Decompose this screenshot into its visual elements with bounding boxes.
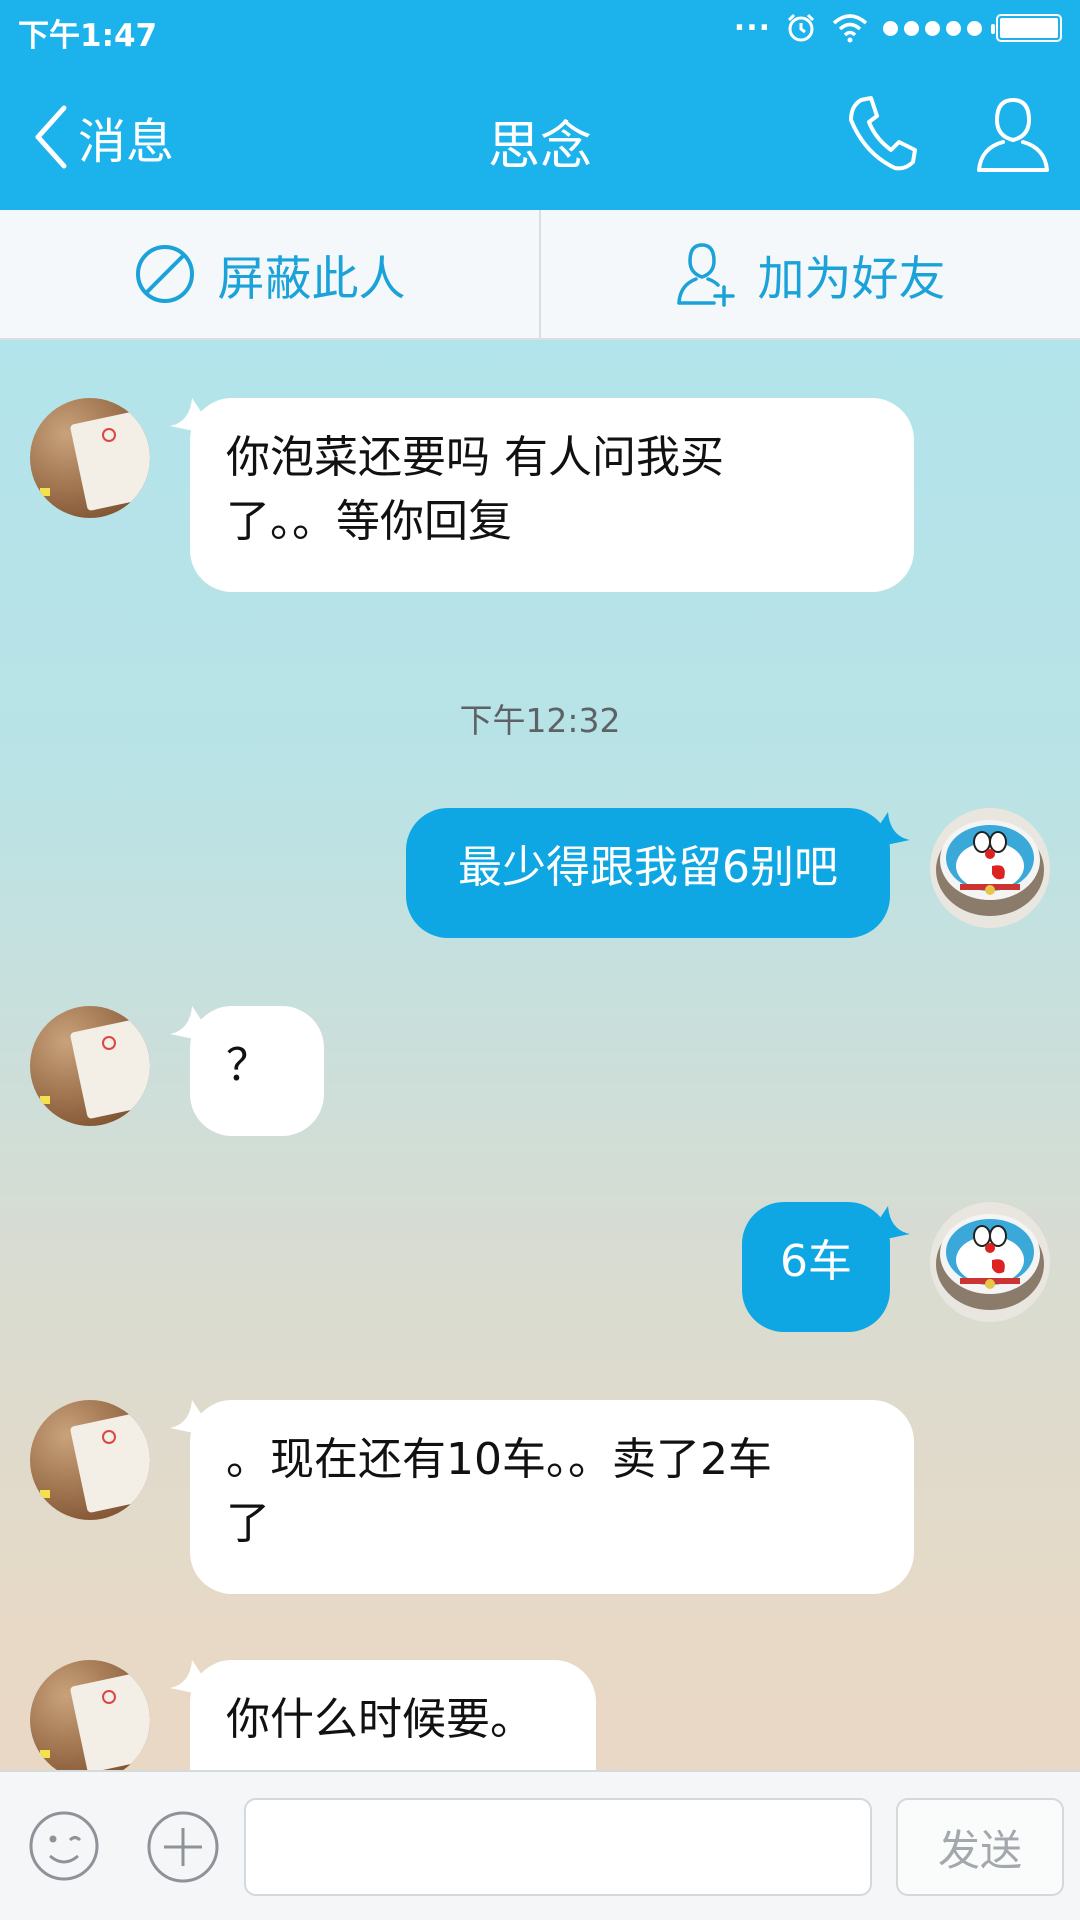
- action-bar: 屏蔽此人 加为好友: [0, 210, 1080, 340]
- alarm-icon: [787, 13, 815, 42]
- block-user-button[interactable]: 屏蔽此人: [0, 210, 539, 338]
- battery-icon: [991, 14, 1062, 42]
- contact-avatar[interactable]: [30, 398, 150, 518]
- wifi-icon: [832, 14, 868, 43]
- status-time: 下午1:47: [18, 18, 158, 54]
- message-bubble[interactable]: 你泡菜还要吗 有人问我买 了。。等你回复: [190, 398, 914, 592]
- message-line: 了: [226, 1498, 270, 1549]
- input-bar: 发送: [0, 1770, 1080, 1920]
- message-bubble[interactable]: 最少得跟我留6别吧: [406, 808, 890, 938]
- doraemon-cake-image: [936, 820, 1044, 916]
- status-dots: ...: [733, 3, 771, 38]
- message-bubble[interactable]: ？: [190, 1006, 324, 1136]
- message-line: 6车: [780, 1236, 852, 1287]
- doraemon-cake-image: [936, 1214, 1044, 1310]
- my-avatar[interactable]: [930, 1202, 1050, 1322]
- status-bar: 下午1:47 ...: [0, 0, 1080, 58]
- add-friend-icon: [676, 243, 735, 307]
- contact-avatar[interactable]: [30, 1400, 150, 1520]
- message-bubble[interactable]: 6车: [742, 1202, 890, 1332]
- contact-avatar[interactable]: [30, 1660, 150, 1780]
- plus-icon[interactable]: [146, 1810, 220, 1884]
- message-line: 你泡菜还要吗 有人问我买: [226, 432, 724, 483]
- status-icons: ...: [734, 6, 1062, 44]
- emoji-icon[interactable]: [28, 1810, 100, 1882]
- chat-screen: 下午1:47 ... 消息 思念 屏蔽此人 加为好友 你泡菜还要吗 有人问我买 …: [0, 0, 1080, 1920]
- block-icon: [135, 245, 194, 303]
- profile-icon[interactable]: [975, 94, 1051, 174]
- message-line: 最少得跟我留6别吧: [458, 842, 838, 893]
- nav-bar: 消息 思念: [0, 58, 1080, 210]
- message-bubble[interactable]: 。现在还有10车。。卖了2车 了: [190, 1400, 914, 1594]
- message-line: 了。。等你回复: [226, 496, 512, 547]
- send-button[interactable]: 发送: [896, 1798, 1064, 1896]
- message-line: 。现在还有10车。。卖了2车: [226, 1434, 772, 1485]
- message-input[interactable]: [244, 1798, 872, 1896]
- my-avatar[interactable]: [930, 808, 1050, 928]
- signal-icon: [883, 20, 982, 36]
- message-line: 你什么时候要。: [226, 1694, 534, 1745]
- add-friend-button[interactable]: 加为好友: [541, 210, 1080, 338]
- phone-icon[interactable]: [845, 94, 919, 174]
- block-user-label: 屏蔽此人: [217, 251, 406, 307]
- message-line: ？: [226, 1040, 270, 1091]
- add-friend-label: 加为好友: [757, 251, 946, 307]
- timestamp: 下午12:32: [459, 701, 621, 740]
- contact-avatar[interactable]: [30, 1006, 150, 1126]
